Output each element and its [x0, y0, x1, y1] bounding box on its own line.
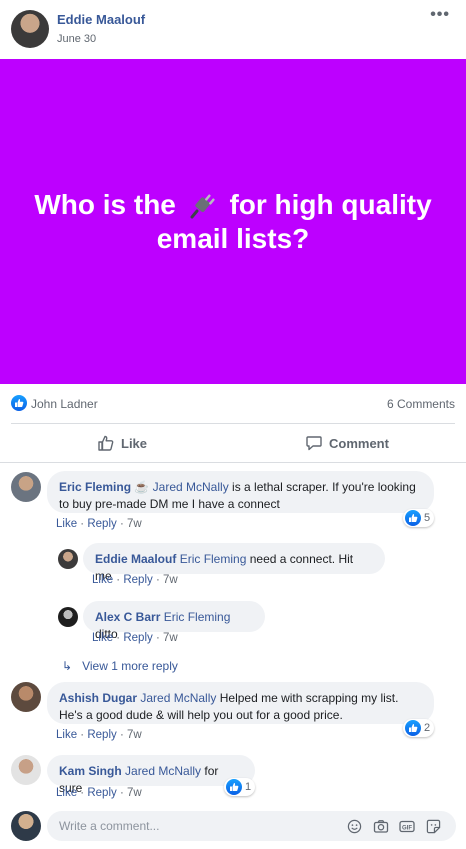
comment-meta: Like · Reply · 7w	[56, 787, 142, 799]
sticker-icon[interactable]	[425, 818, 441, 834]
reaction-count-value: 5	[424, 512, 431, 524]
camera-icon[interactable]	[373, 818, 389, 834]
comment-bubble: Ashish Dugar Jared McNally Helped me wit…	[47, 682, 434, 724]
comment-author[interactable]: Eric Fleming	[59, 480, 131, 494]
comment-meta: Like · Reply · 7w	[56, 729, 142, 741]
write-comment-input[interactable]	[59, 811, 329, 841]
divider	[11, 423, 455, 424]
comment-age[interactable]: 7w	[127, 787, 142, 799]
author-name[interactable]: Eddie Maalouf	[57, 12, 145, 27]
view-more-replies-label: View 1 more reply	[82, 659, 178, 673]
coffee-emoji-icon: ☕	[134, 480, 150, 494]
reaction-count-value: 2	[424, 722, 431, 734]
comment-like-link[interactable]: Like	[56, 518, 77, 530]
comment-reaction-count[interactable]: 2	[403, 719, 435, 737]
like-button-label: Like	[121, 435, 148, 451]
comment-reply-link[interactable]: Reply	[123, 574, 152, 586]
comment-reply-link[interactable]: Reply	[123, 632, 152, 644]
write-comment-box: GIF	[47, 811, 456, 841]
comment-meta: Like · Reply · 7w	[56, 518, 142, 530]
more-options-icon[interactable]: •••	[430, 6, 450, 24]
commenter-avatar[interactable]	[58, 549, 78, 569]
comment-author[interactable]: Kam Singh	[59, 764, 122, 778]
comment-mention[interactable]: Jared McNally	[153, 480, 229, 494]
comment-reaction-count[interactable]: 1	[224, 778, 256, 796]
comment-mention[interactable]: Eric Fleming	[180, 552, 247, 566]
comment-age[interactable]: 7w	[127, 518, 142, 530]
commenter-avatar[interactable]	[11, 682, 41, 712]
comment-like-link[interactable]: Like	[92, 574, 113, 586]
comment-icon	[306, 436, 322, 451]
comment-age[interactable]: 7w	[163, 632, 178, 644]
like-reaction-icon	[405, 720, 421, 736]
post-date[interactable]: June 30	[57, 33, 96, 45]
like-reaction-icon	[405, 510, 421, 526]
comment-bubble: Eric Fleming ☕ Jared McNally is a lethal…	[47, 471, 434, 513]
commenter-avatar[interactable]	[11, 472, 41, 502]
comment-bubble: Kam Singh Jared McNally for sure	[47, 755, 255, 795]
banner-text-start: Who is the	[34, 188, 176, 220]
reply-bubble: Alex C Barr Eric Fleming ditto	[83, 601, 265, 641]
svg-text:GIF: GIF	[402, 825, 412, 831]
reaction-count-value: 1	[245, 781, 252, 793]
comment-author[interactable]: Eddie Maalouf	[95, 552, 176, 566]
commenter-avatar[interactable]	[58, 607, 78, 627]
divider	[0, 462, 466, 463]
comments-count[interactable]: 6 Comments	[387, 397, 455, 411]
view-more-replies-link[interactable]: ↳ View 1 more reply	[62, 659, 178, 673]
comment-mention[interactable]: Jared McNally	[125, 764, 201, 778]
commenter-avatar[interactable]	[11, 755, 41, 785]
gif-icon[interactable]: GIF	[399, 818, 415, 834]
banner-text: Who is the for high quality email lists?	[23, 188, 443, 256]
comment-like-link[interactable]: Like	[92, 632, 113, 644]
reaction-stats: John Ladner 6 Comments	[0, 392, 466, 416]
comment-reply-link[interactable]: Reply	[87, 518, 116, 530]
comment-mention[interactable]: Jared McNally	[140, 691, 216, 705]
comment-like-link[interactable]: Like	[56, 729, 77, 741]
comment-reaction-count[interactable]: 5	[403, 509, 435, 527]
thumbs-up-icon	[98, 435, 114, 451]
reply-arrow-icon: ↳	[62, 659, 73, 673]
comment-reply-link[interactable]: Reply	[87, 787, 116, 799]
author-avatar[interactable]	[11, 10, 49, 48]
post-header: Eddie Maalouf June 30 •••	[0, 0, 466, 58]
comment-button[interactable]: Comment	[305, 432, 389, 454]
emoji-icon[interactable]	[346, 818, 362, 834]
comment-like-link[interactable]: Like	[56, 787, 77, 799]
comment-meta: Like · Reply · 7w	[92, 574, 178, 586]
comment-reply-link[interactable]: Reply	[87, 729, 116, 741]
comment-author[interactable]: Alex C Barr	[95, 610, 160, 624]
plug-emoji-icon	[190, 193, 215, 218]
comment-button-label: Comment	[329, 435, 389, 451]
like-reaction-icon	[226, 779, 242, 795]
comment-author[interactable]: Ashish Dugar	[59, 691, 137, 705]
comment-age[interactable]: 7w	[163, 574, 178, 586]
comment-meta: Like · Reply · 7w	[92, 632, 178, 644]
current-user-avatar[interactable]	[11, 811, 41, 841]
comment-mention[interactable]: Eric Fleming	[164, 610, 231, 624]
comment-age[interactable]: 7w	[127, 729, 142, 741]
reply-bubble: Eddie Maalouf Eric Fleming need a connec…	[83, 543, 385, 583]
reactor-name[interactable]: John Ladner	[31, 397, 98, 411]
like-reaction-icon	[11, 395, 27, 411]
post-banner: Who is the for high quality email lists?	[0, 59, 466, 384]
like-button[interactable]: Like	[97, 432, 147, 454]
